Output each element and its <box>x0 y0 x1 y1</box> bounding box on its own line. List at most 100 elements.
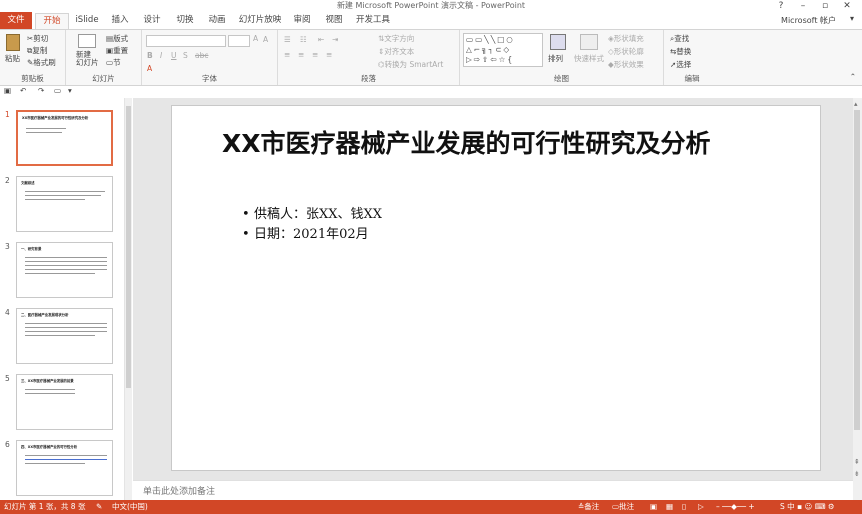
tab-design[interactable]: 设计 <box>138 13 166 29</box>
shadow-icon[interactable]: S <box>183 51 188 60</box>
section-button[interactable]: ▭节 <box>106 57 121 68</box>
font-size-select[interactable] <box>228 35 250 47</box>
help-icon[interactable]: ? <box>770 0 792 12</box>
language-indicator[interactable]: 中文(中国) <box>112 500 148 514</box>
thumb-line <box>25 335 95 336</box>
zoom-slider[interactable]: – ──◆── + <box>716 500 755 514</box>
slideshow-view-icon[interactable]: ▷ <box>698 500 704 514</box>
account-name[interactable]: Microsoft 帐户 <box>781 14 836 27</box>
maximize-icon[interactable]: ▫ <box>814 0 836 12</box>
ribbon-tabs: 文件 开始 iSlide 插入 设计 切换 动画 幻灯片放映 审阅 视图 开发工… <box>0 12 862 29</box>
shape-fill-button[interactable]: ◈形状填充 <box>608 33 644 44</box>
slide-thumbnail-2[interactable]: 文献综述 <box>16 176 113 232</box>
replace-button[interactable]: ⇆替换 <box>670 46 691 57</box>
editing-group-label: 编辑 <box>684 74 700 83</box>
tab-review[interactable]: 审阅 <box>288 13 316 29</box>
group-clipboard: 粘贴 ✂剪切 ⧉复制 ✎格式刷 剪贴板 <box>0 30 66 85</box>
notes-pane[interactable]: 单击此处添加备注 <box>133 480 853 500</box>
tab-view[interactable]: 视图 <box>320 13 348 29</box>
slideshow-start-icon[interactable]: ▭ <box>54 86 61 95</box>
notes-toggle[interactable]: ≙备注 <box>578 500 599 514</box>
bullet-item[interactable]: • 供稿人：张XX、钱XX <box>242 206 382 224</box>
new-slide-icon[interactable] <box>78 34 96 48</box>
quick-styles-icon[interactable] <box>580 34 598 50</box>
spellcheck-icon[interactable]: ✎ <box>96 500 102 514</box>
tab-home[interactable]: 开始 <box>35 13 69 29</box>
reading-view-icon[interactable]: ▯ <box>682 500 686 514</box>
quick-styles-button[interactable]: 快速样式 <box>574 53 604 64</box>
normal-view-icon[interactable]: ▣ <box>650 500 657 514</box>
slide[interactable]: XX市医疗器械产业发展的可行性研究及分析 • 供稿人：张XX、钱XX • 日期：20… <box>171 105 821 471</box>
align-left-icon[interactable]: ≡ <box>284 50 290 59</box>
font-name-select[interactable] <box>146 35 226 47</box>
indent-icon[interactable]: ⇤ <box>318 35 324 44</box>
text-direction-button[interactable]: ⇅文字方向 <box>378 33 414 44</box>
underline-icon[interactable]: U <box>171 51 177 60</box>
close-icon[interactable]: ✕ <box>836 0 858 12</box>
bullet-item[interactable]: • 日期：2021年02月 <box>242 226 369 244</box>
slide-thumbnail-6[interactable]: 四、XX市医疗器械产业的可行性分析 <box>16 440 113 496</box>
slide-scroll-thumb[interactable] <box>854 110 860 430</box>
drawing-group-label: 绘图 <box>554 74 569 83</box>
layout-button[interactable]: ▤版式 <box>106 33 128 44</box>
strikethrough-icon[interactable]: abc <box>195 51 208 60</box>
tab-developer[interactable]: 开发工具 <box>353 13 393 29</box>
find-button[interactable]: ⌕查找 <box>670 33 689 44</box>
undo-icon[interactable]: ↶ <box>20 86 26 95</box>
next-slide-icon[interactable]: ⇟ <box>854 470 860 478</box>
slide-thumbnail-1[interactable]: XX市医疗器械产业发展的可行性研究及分析 <box>16 110 113 166</box>
reset-button[interactable]: ▣重置 <box>106 45 128 56</box>
shape-effects-button[interactable]: ◆形状效果 <box>608 59 644 70</box>
tab-insert[interactable]: 插入 <box>106 13 134 29</box>
align-right-icon[interactable]: ≡ <box>312 50 318 59</box>
tab-slideshow[interactable]: 幻灯片放映 <box>236 13 284 29</box>
align-text-button[interactable]: ⇕对齐文本 <box>378 46 414 57</box>
shrink-font-icon[interactable]: A <box>263 35 268 44</box>
paste-icon[interactable] <box>6 34 20 51</box>
select-button[interactable]: ➚选择 <box>670 59 691 70</box>
save-icon[interactable]: ▣ <box>4 86 11 95</box>
tab-transitions[interactable]: 切换 <box>171 13 199 29</box>
minimize-icon[interactable]: – <box>792 0 814 12</box>
copy-button[interactable]: ⧉复制 <box>27 45 47 56</box>
replace-label: 替换 <box>676 47 692 56</box>
new-slide-button[interactable]: 新建 幻灯片 <box>76 51 99 67</box>
slide-thumbnail-5[interactable]: 三、XX市医疗器械产业发展的前景 <box>16 374 113 430</box>
comments-toggle[interactable]: ▭批注 <box>612 500 634 514</box>
slide-scrollbar[interactable]: ▴ ⇞ ⇟ <box>853 98 862 500</box>
slide-thumbnail-3[interactable]: 一、研究背景 <box>16 242 113 298</box>
numbering-icon[interactable]: ☷ <box>300 35 307 44</box>
format-painter-button[interactable]: ✎格式刷 <box>27 57 56 68</box>
justify-icon[interactable]: ≡ <box>326 50 332 59</box>
scroll-up-icon[interactable]: ▴ <box>854 100 858 108</box>
italic-icon[interactable]: I <box>160 51 162 60</box>
redo-icon[interactable]: ↷ <box>38 86 44 95</box>
grow-font-icon[interactable]: A <box>253 34 258 43</box>
collapse-ribbon-icon[interactable]: ⌃ <box>850 72 856 81</box>
bold-icon[interactable]: B <box>147 51 153 60</box>
slide-thumbnail-4[interactable]: 二、医疗器械产业发展现状分析 <box>16 308 113 364</box>
account-dropdown-icon[interactable]: ▾ <box>850 14 854 23</box>
tab-animations[interactable]: 动画 <box>203 13 231 29</box>
slide-title[interactable]: XX市医疗器械产业发展的可行性研究及分析 <box>222 128 782 159</box>
cut-button[interactable]: ✂剪切 <box>27 33 48 44</box>
qat-customize-icon[interactable]: ▾ <box>68 86 72 95</box>
slide-sorter-icon[interactable]: ▦ <box>666 500 673 514</box>
tab-islide[interactable]: iSlide <box>72 13 102 29</box>
tab-file[interactable]: 文件 <box>0 12 32 29</box>
thumbnail-scrollbar[interactable] <box>124 98 132 500</box>
arrange-icon[interactable] <box>550 34 566 50</box>
thumb-number: 4 <box>5 308 10 317</box>
bullets-icon[interactable]: ☰ <box>284 35 291 44</box>
shape-outline-button[interactable]: ◇形状轮廓 <box>608 46 644 57</box>
outdent-icon[interactable]: ⇥ <box>332 35 338 44</box>
arrange-button[interactable]: 排列 <box>548 53 563 64</box>
thumbnail-scroll-thumb[interactable] <box>126 106 131 388</box>
align-center-icon[interactable]: ≡ <box>298 50 304 59</box>
shapes-gallery[interactable]: ▭▭╲╲□○ △⌐╗┐⊂◇ ▷⇨⇧⇦☆{ <box>463 33 543 67</box>
notes-placeholder[interactable]: 单击此处添加备注 <box>143 484 215 497</box>
paste-button[interactable]: 粘贴 <box>5 53 20 64</box>
smartart-button[interactable]: ⌬转换为 SmartArt <box>378 59 443 70</box>
font-color-icon[interactable]: A <box>147 64 152 73</box>
prev-slide-icon[interactable]: ⇞ <box>854 458 860 466</box>
